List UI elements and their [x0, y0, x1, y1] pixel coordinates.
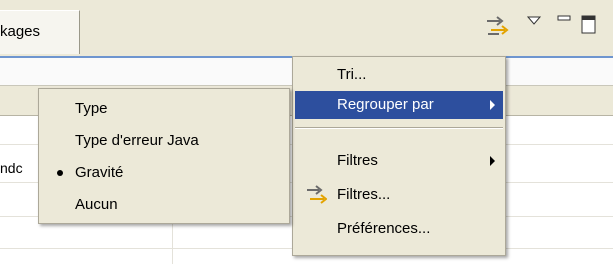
menu-item-preferences[interactable]: Préférences...	[295, 215, 503, 243]
menu-item-filters[interactable]: Filtres	[295, 147, 503, 175]
view-menu-icon[interactable]	[527, 14, 543, 30]
tab-packages[interactable]: kages	[0, 10, 80, 54]
context-menu: Tri... Regrouper par Filtres Filtres... …	[292, 56, 506, 256]
menu-item-filters-dialog[interactable]: Filtres...	[295, 181, 503, 209]
submenu-item-none[interactable]: Aucun	[41, 191, 287, 219]
submenu-arrow-icon	[490, 100, 495, 110]
menu-separator	[295, 127, 503, 129]
maximize-icon[interactable]	[581, 14, 597, 36]
group-by-submenu: Type Type d'erreur Java Gravité Aucun	[38, 88, 290, 224]
submenu-item-severity[interactable]: Gravité	[41, 159, 287, 187]
filter-icon	[307, 185, 327, 204]
view-toolbar	[453, 14, 613, 38]
menu-item-sort[interactable]: Tri...	[295, 61, 503, 89]
view-tab-bar: kages	[0, 0, 613, 57]
submenu-item-java-error-type[interactable]: Type d'erreur Java	[41, 127, 287, 155]
tab-label: kages	[0, 23, 41, 40]
submenu-item-type[interactable]: Type	[41, 95, 287, 123]
radio-bullet-icon	[57, 170, 63, 176]
minimize-icon[interactable]	[557, 14, 573, 30]
menu-item-group-by[interactable]: Regrouper par	[295, 91, 503, 119]
table-cell-text: ndc	[0, 160, 23, 176]
sync-icon[interactable]	[485, 14, 509, 38]
submenu-arrow-icon	[490, 156, 495, 166]
